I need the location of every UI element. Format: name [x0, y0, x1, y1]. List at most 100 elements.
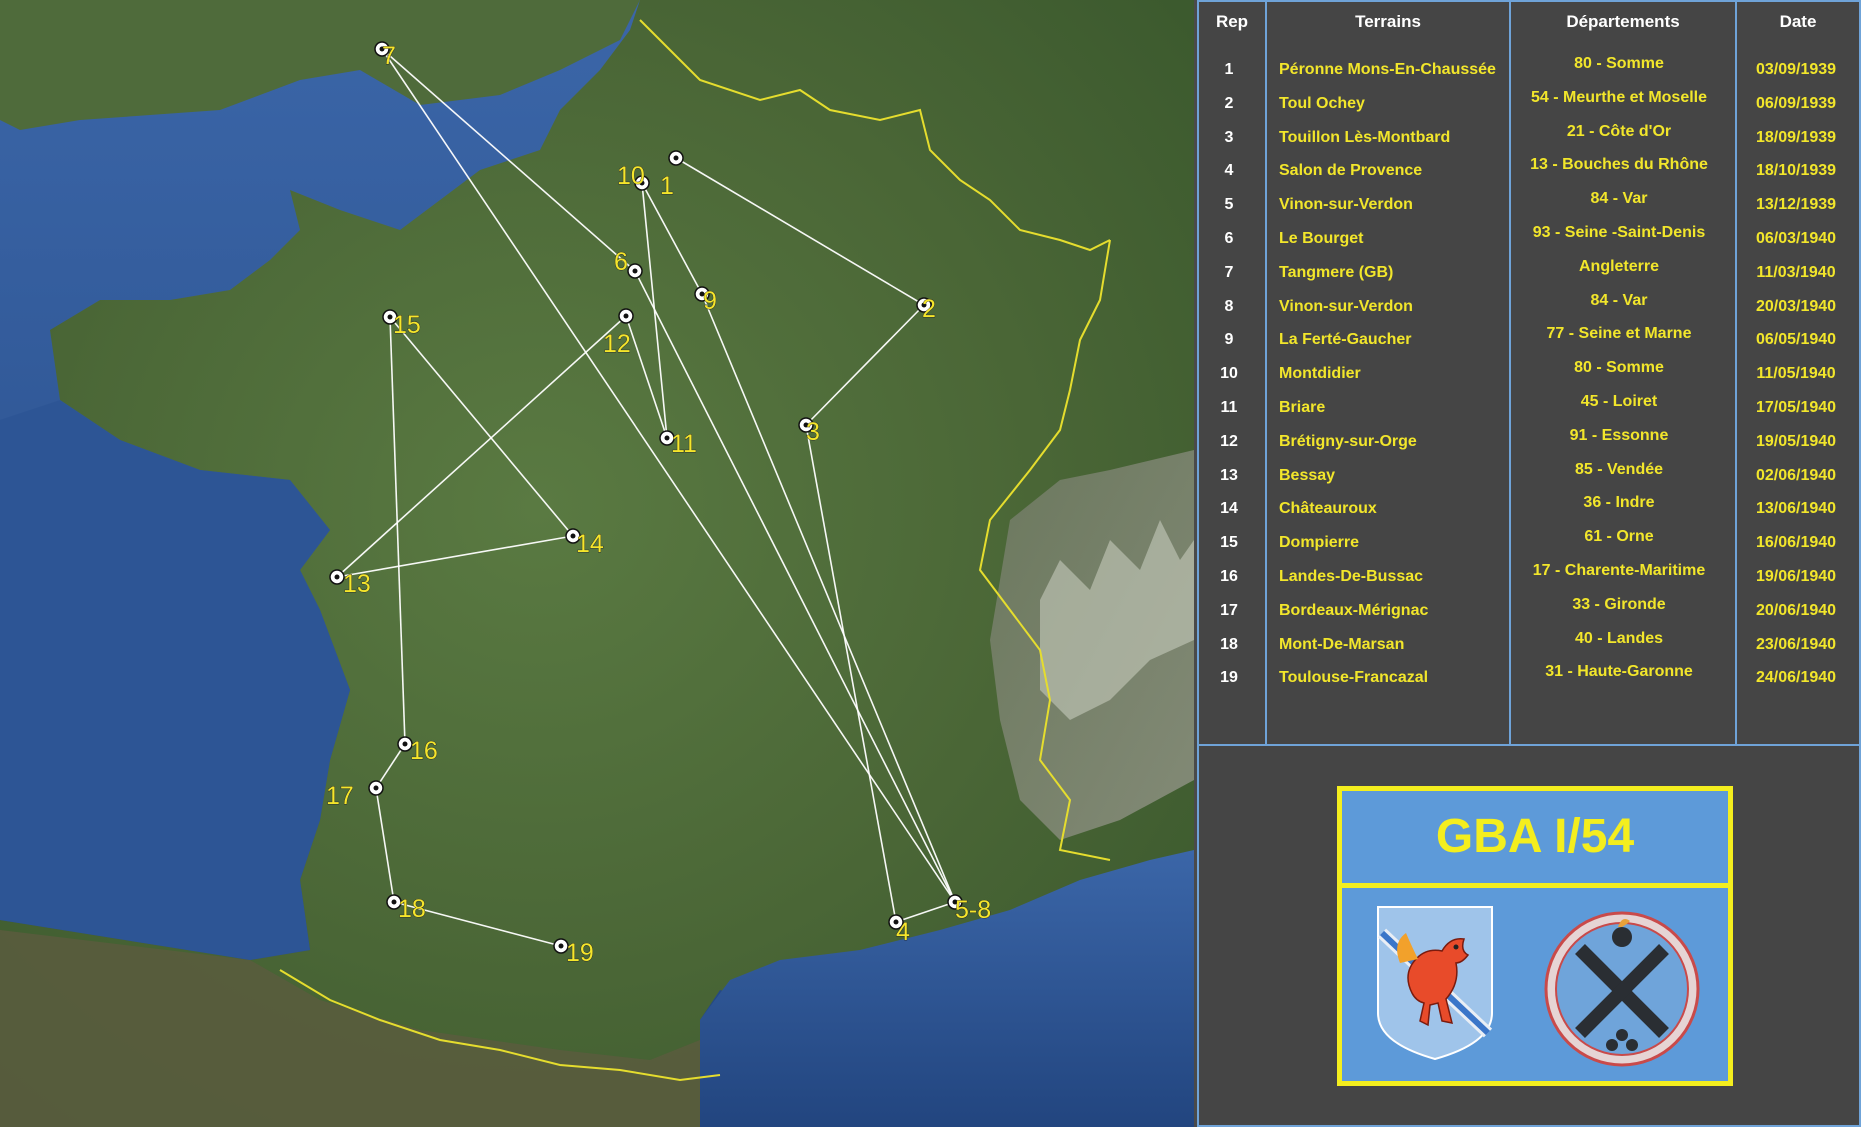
row-date: 18/09/1939	[1755, 128, 1837, 146]
column-divider	[1265, 2, 1267, 744]
row-rep: 4	[1224, 162, 1234, 180]
row-date: 11/05/1940	[1756, 365, 1836, 383]
row-terrain: La Ferté-Gaucher	[1279, 331, 1412, 349]
row-departement: Angleterre	[1578, 257, 1660, 275]
map-label-16: 16	[410, 737, 438, 765]
row-terrain: Mont-De-Marsan	[1279, 635, 1405, 653]
column-divider	[1509, 2, 1511, 744]
header-date: Date	[1779, 12, 1817, 31]
row-date: 06/05/1940	[1755, 331, 1837, 349]
map-label-9: 9	[703, 287, 717, 315]
row-terrain: Touillon Lès-Montbard	[1279, 128, 1451, 146]
row-departement: 85 - Vendée	[1574, 460, 1664, 478]
row-terrain: Châteauroux	[1279, 500, 1377, 518]
badge-title: GBA I/54	[1342, 791, 1728, 888]
map-label-7: 7	[382, 42, 396, 70]
row-rep: 14	[1220, 500, 1238, 518]
map-label-4: 4	[896, 918, 910, 946]
row-terrain: Vinon-sur-Verdon	[1279, 196, 1413, 214]
info-panel: Rep Terrains Départements Date 1 Péronne …	[1197, 0, 1861, 1127]
row-rep: 17	[1220, 601, 1238, 619]
row-rep: 9	[1224, 331, 1234, 349]
row-terrain: Vinon-sur-Verdon	[1279, 297, 1413, 315]
row-terrain: Brétigny-sur-Orge	[1279, 432, 1417, 450]
row-date: 18/10/1939	[1755, 162, 1837, 180]
row-terrain: Tangmere (GB)	[1279, 263, 1394, 281]
row-date: 19/06/1940	[1755, 568, 1837, 585]
row-date: 13/06/1940	[1755, 500, 1837, 518]
row-date: 11/03/1940	[1756, 263, 1836, 281]
row-departement: 21 - Côte d'Or	[1566, 122, 1672, 140]
row-departement: 93 - Seine -Saint-Denis	[1532, 224, 1706, 241]
airfield-marker-13[interactable]	[329, 569, 345, 585]
airfield-marker-6[interactable]	[627, 263, 643, 279]
row-date: 13/12/1939	[1755, 196, 1837, 214]
rooster-shield-icon	[1377, 906, 1493, 1061]
row-rep: 6	[1224, 230, 1234, 247]
map-label-18: 18	[398, 895, 426, 923]
header-terrains: Terrains	[1355, 12, 1421, 31]
row-terrain: Salon de Provence	[1279, 162, 1423, 180]
row-rep: 8	[1224, 297, 1234, 315]
row-departement: 84 - Var	[1590, 190, 1648, 208]
row-terrain: Landes-De-Bussac	[1279, 568, 1424, 585]
row-rep: 2	[1224, 94, 1234, 112]
map-label-5-8: 5-8	[955, 896, 991, 924]
map-label-12: 12	[603, 330, 631, 358]
row-date: 16/06/1940	[1755, 534, 1837, 552]
map-label-15: 15	[393, 311, 421, 339]
row-rep: 18	[1220, 635, 1238, 653]
row-date: 02/06/1940	[1755, 466, 1837, 484]
row-rep: 7	[1224, 263, 1234, 281]
row-date: 17/05/1940	[1755, 399, 1837, 416]
map-label-2: 2	[922, 295, 936, 323]
route-map: 1 2 3 4 5-8 6 7 9 10 11 12 13 14 15 16 1…	[0, 0, 1194, 1127]
row-date: 06/09/1939	[1755, 94, 1837, 112]
row-rep: 5	[1224, 196, 1234, 214]
row-date: 06/03/1940	[1755, 230, 1837, 247]
row-terrain: Toulouse-Francazal	[1279, 669, 1429, 687]
row-rep: 12	[1220, 432, 1238, 450]
row-departement: 40 - Landes	[1574, 629, 1664, 647]
row-terrain: Montdidier	[1279, 365, 1361, 383]
map-svg: 1 2 3 4 5-8 6 7 9 10 11 12 13 14 15 16 1…	[0, 0, 1194, 1127]
airfield-marker-17[interactable]	[368, 780, 384, 796]
row-rep: 19	[1220, 669, 1238, 687]
airfield-marker-12[interactable]	[618, 308, 634, 324]
row-date: 24/06/1940	[1755, 669, 1837, 687]
row-rep: 11	[1220, 399, 1238, 416]
map-label-3: 3	[806, 418, 820, 446]
map-label-6: 6	[614, 248, 628, 276]
row-departement: 31 - Haute-Garonne	[1545, 663, 1693, 681]
map-label-14: 14	[576, 530, 604, 558]
airfield-marker-1[interactable]	[668, 150, 684, 166]
row-rep: 10	[1220, 365, 1238, 383]
row-date: 19/05/1940	[1755, 432, 1837, 450]
row-departement: 33 - Gironde	[1572, 595, 1666, 613]
row-rep: 13	[1220, 466, 1238, 484]
row-rep: 1	[1224, 61, 1234, 78]
map-label-11: 11	[671, 430, 697, 458]
row-departement: 13 - Bouches du Rhône	[1530, 156, 1708, 174]
row-terrain: Briare	[1279, 399, 1326, 416]
map-label-1: 1	[660, 172, 674, 200]
row-departement: 36 - Indre	[1583, 494, 1655, 512]
row-terrain: Bordeaux-Mérignac	[1279, 601, 1429, 619]
row-date: 03/09/1939	[1755, 61, 1837, 78]
row-departement: 80 - Somme	[1574, 55, 1664, 72]
row-terrain: Péronne Mons-En-Chaussée	[1279, 61, 1496, 78]
row-date: 20/06/1940	[1755, 601, 1837, 619]
unit-badge-area: GBA I/54	[1197, 746, 1861, 1127]
row-date: 20/03/1940	[1755, 297, 1837, 315]
map-label-17: 17	[326, 782, 354, 810]
row-date: 23/06/1940	[1755, 635, 1837, 653]
row-departement: 91 - Essonne	[1569, 426, 1669, 444]
header-rep: Rep	[1215, 12, 1249, 31]
row-departement: 45 - Loiret	[1580, 393, 1658, 410]
row-departement: 61 - Orne	[1584, 528, 1654, 546]
row-terrain: Toul Ochey	[1279, 94, 1365, 112]
row-terrain: Le Bourget	[1279, 230, 1364, 247]
row-terrain: Dompierre	[1279, 534, 1360, 552]
row-departement: 17 - Charente-Maritime	[1532, 562, 1706, 579]
row-rep: 15	[1220, 534, 1238, 552]
